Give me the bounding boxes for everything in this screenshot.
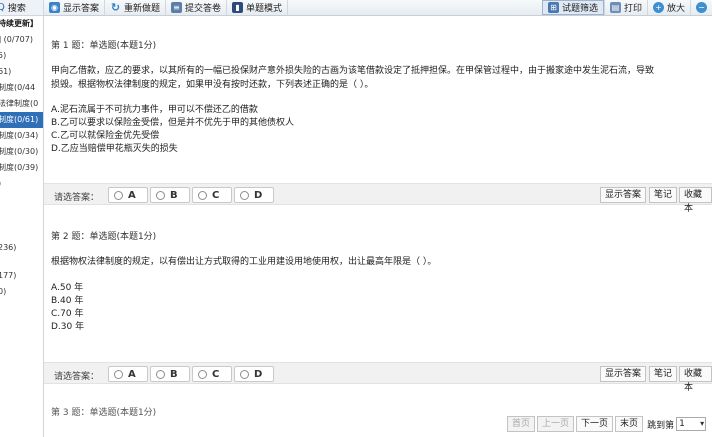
choice-a-radio[interactable]: A <box>108 187 148 203</box>
radio-icon <box>198 369 207 379</box>
sidebar-item[interactable]: 制度(0/44 <box>0 80 43 96</box>
answer-label: 请选答案： <box>54 193 100 203</box>
choice-letter: C <box>212 189 220 201</box>
eye-icon: ◉ <box>49 2 60 13</box>
sidebar-item[interactable]: ] (0/707) <box>0 32 43 48</box>
question-1-option-a: A.泥石流属于不可抗力事件，甲可以不偿还乙的借款 <box>51 105 258 115</box>
question-3-header: 第 3 题：单选题(本题1分) <box>51 408 157 418</box>
question-2-header: 第 2 题：单选题(本题1分) <box>51 232 157 242</box>
sidebar: Q 搜索 持续更新】 ] (0/707) 5) 61) 制度(0/44 法律制度… <box>0 0 44 437</box>
prev-page-button[interactable]: 上一页 <box>537 416 575 432</box>
sidebar-item[interactable]: 制度(0/34) <box>0 128 43 144</box>
question-2-option-c: C.70 年 <box>51 309 84 319</box>
redo-button[interactable]: ↻ 重新做题 <box>105 0 167 15</box>
next-page-button[interactable]: 下一页 <box>576 416 614 432</box>
question-1-header: 第 1 题：单选题(本题1分) <box>51 41 157 51</box>
zoom-out-icon: − <box>696 2 707 13</box>
choice-letter: B <box>170 189 178 201</box>
question-content: 第 1 题：单选题(本题1分) 甲向乙借款，应乙的要求，以其所有的一幅已投保财产… <box>44 16 712 437</box>
refresh-icon: ↻ <box>110 1 121 14</box>
choice-d-radio[interactable]: D <box>234 366 274 382</box>
collect-button[interactable]: 收藏本 <box>679 187 712 214</box>
jump-label: 跳到第 <box>647 420 675 431</box>
sidebar-search[interactable]: Q 搜索 <box>0 0 43 16</box>
single-mode-label: 单题模式 <box>246 4 283 14</box>
search-icon: Q <box>0 2 5 13</box>
last-page-button[interactable]: 末页 <box>615 416 644 432</box>
choice-letter: A <box>128 189 136 201</box>
question-2-option-b: B.40 年 <box>51 296 84 306</box>
choice-a-radio[interactable]: A <box>108 366 148 382</box>
print-button[interactable]: ▤ 打印 <box>603 0 647 15</box>
toolbar: ◉ 显示答案 ↻ 重新做题 ≡ 提交答卷 ▮ 单题模式 ⊞ 试题筛选 ▤ 打印 … <box>44 0 712 16</box>
page-icon: ▮ <box>232 2 244 13</box>
print-label: 打印 <box>623 4 642 14</box>
sidebar-item-active[interactable]: 制度(0/61) <box>0 112 43 128</box>
radio-icon <box>156 369 165 379</box>
question-1-option-c: C.乙可以就保险金优先受偿 <box>51 131 160 141</box>
choice-c-radio[interactable]: C <box>192 366 232 382</box>
zoom-in-label: 放大 <box>666 4 685 14</box>
question-1-answer-bar: 请选答案： A B C D 显示答案 笔记 收藏本 <box>44 183 712 214</box>
choice-letter: A <box>128 368 136 380</box>
printer-icon: ▤ <box>609 2 621 13</box>
question-2-option-a: A.50 年 <box>51 283 84 293</box>
note-button[interactable]: 笔记 <box>649 366 678 382</box>
question-2-option-d: D.30 年 <box>51 322 85 332</box>
sidebar-item[interactable]: 236) <box>0 240 43 256</box>
sidebar-item[interactable]: 177) <box>0 268 43 284</box>
filter-icon: ⊞ <box>547 2 559 13</box>
redo-label: 重新做题 <box>124 4 161 14</box>
sidebar-item[interactable]: 0) <box>0 284 43 300</box>
radio-icon <box>114 190 123 200</box>
choice-d-radio[interactable]: D <box>234 187 274 203</box>
sidebar-item[interactable]: ) <box>0 176 43 192</box>
note-button[interactable]: 笔记 <box>649 187 678 203</box>
single-mode-button[interactable]: ▮ 单题模式 <box>227 0 289 15</box>
sidebar-item[interactable]: 持续更新】 <box>0 16 43 32</box>
choice-b-radio[interactable]: B <box>150 366 190 382</box>
radio-icon <box>240 369 249 379</box>
sidebar-item[interactable]: 法律制度(0 <box>0 96 43 112</box>
show-answer-button[interactable]: ◉ 显示答案 <box>44 0 106 15</box>
question-1-stem-line1: 甲向乙借款，应乙的要求，以其所有的一幅已投保财产意外损失险的古画为该笔借款设定了… <box>51 66 655 76</box>
first-page-button[interactable]: 首页 <box>507 416 536 432</box>
sidebar-item[interactable]: 5) <box>0 48 43 64</box>
question-1-option-d: D.乙应当赔偿甲花瓶灭失的损失 <box>51 144 178 154</box>
choice-b-radio[interactable]: B <box>150 187 190 203</box>
submit-button[interactable]: ≡ 提交答卷 <box>166 0 228 15</box>
choice-letter: C <box>212 368 220 380</box>
submit-label: 提交答卷 <box>185 4 222 14</box>
zoom-in-button[interactable]: + 放大 <box>646 0 690 15</box>
question-2-stem: 根据物权法律制度的规定，以有偿出让方式取得的工业用建设用地使用权，出让最高年限是… <box>51 257 437 267</box>
show-answer-button[interactable]: 显示答案 <box>600 187 647 203</box>
show-answer-button[interactable]: 显示答案 <box>600 366 647 382</box>
choice-letter: B <box>170 368 178 380</box>
radio-icon <box>240 190 249 200</box>
show-answer-label: 显示答案 <box>63 4 100 14</box>
sidebar-item[interactable]: 制度(0/30) <box>0 144 43 160</box>
choice-letter: D <box>254 368 263 380</box>
radio-icon <box>114 369 123 379</box>
filter-button[interactable]: ⊞ 试题筛选 <box>541 0 604 15</box>
document-icon: ≡ <box>171 2 183 13</box>
sidebar-item[interactable]: 制度(0/39) <box>0 160 43 176</box>
page-select[interactable]: 1 <box>676 417 707 431</box>
zoom-in-icon: + <box>652 2 664 13</box>
collect-button[interactable]: 收藏本 <box>679 366 712 393</box>
filter-label: 试题筛选 <box>561 4 598 14</box>
radio-icon <box>156 190 165 200</box>
choice-c-radio[interactable]: C <box>192 187 232 203</box>
sidebar-item[interactable]: 61) <box>0 64 43 80</box>
zoom-out-button[interactable]: − <box>690 0 712 15</box>
search-label: 搜索 <box>7 4 26 14</box>
question-1-option-b: B.乙可以要求以保险金受偿，但是并不优先于甲的其他债权人 <box>51 118 295 128</box>
radio-icon <box>198 190 207 200</box>
choice-letter: D <box>254 189 263 201</box>
answer-label: 请选答案： <box>54 372 100 382</box>
pagination: 首页 上一页 下一页 末页 跳到第 1 <box>507 416 707 432</box>
question-2-answer-bar: 请选答案： A B C D 显示答案 笔记 收藏本 <box>44 362 712 393</box>
question-1-stem-line2: 损毁。根据物权法律制度的规定，如果甲没有按时还款，下列表述正确的是（ ）。 <box>51 80 374 90</box>
